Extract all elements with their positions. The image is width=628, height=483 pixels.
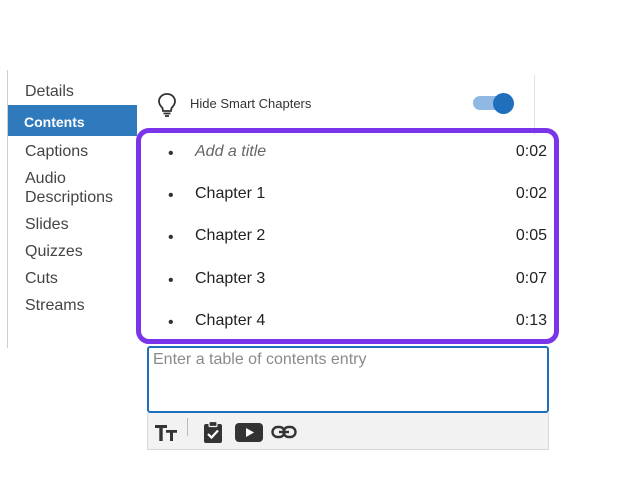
contents-panel: Details Contents Captions Audio Descript… (0, 0, 628, 483)
chapter-row[interactable]: • Chapter 3 0:07 (141, 270, 554, 296)
bullet-icon: • (168, 314, 174, 331)
clipboard-check-icon[interactable] (202, 419, 224, 445)
youtube-icon[interactable] (234, 419, 264, 445)
chapter-row[interactable]: • Chapter 2 0:05 (141, 227, 554, 253)
sidebar-item-audio-descriptions[interactable]: Audio Descriptions (8, 169, 125, 207)
sidebar-item-quizzes[interactable]: Quizzes (8, 242, 137, 261)
chapter-title[interactable]: Chapter 1 (195, 185, 265, 203)
bullet-icon: • (168, 272, 174, 289)
sidebar-item-contents[interactable]: Contents (8, 105, 137, 136)
right-divider (534, 75, 535, 135)
chapter-time: 0:07 (515, 270, 547, 287)
chapter-time: 0:02 (515, 143, 547, 160)
editor-toolbar (147, 413, 549, 450)
chapter-row[interactable]: • Chapter 1 0:02 (141, 185, 554, 211)
bullet-icon: • (168, 187, 174, 204)
link-icon[interactable] (271, 419, 297, 445)
chapter-time: 0:13 (515, 312, 547, 329)
bullet-icon: • (168, 229, 174, 246)
chapter-row[interactable]: • Chapter 4 0:13 (141, 312, 554, 338)
lightbulb-icon (157, 92, 177, 118)
sidebar-item-cuts[interactable]: Cuts (8, 269, 137, 288)
contents-entry-input[interactable] (147, 346, 549, 413)
chapter-time: 0:02 (515, 185, 547, 202)
text-size-icon[interactable] (154, 419, 178, 445)
chapter-title[interactable]: Add a title (195, 143, 266, 161)
sidebar-item-details[interactable]: Details (8, 82, 137, 101)
bullet-icon: • (168, 145, 174, 162)
chapter-title[interactable]: Chapter 3 (195, 270, 265, 288)
hide-smart-chapters-toggle[interactable] (473, 93, 515, 114)
sidebar-item-slides[interactable]: Slides (8, 215, 137, 234)
sidebar-nav: Details Contents Captions Audio Descript… (8, 78, 137, 315)
chapter-list: • Add a title 0:02 • Chapter 1 0:02 • Ch… (136, 128, 559, 344)
toolbar-separator (187, 418, 188, 436)
hide-smart-chapters-label: Hide Smart Chapters (190, 96, 312, 111)
chapter-time: 0:05 (515, 227, 547, 244)
toggle-knob (493, 93, 514, 114)
chapter-title[interactable]: Chapter 2 (195, 227, 265, 245)
chapter-title[interactable]: Chapter 4 (195, 312, 265, 330)
sidebar-item-streams[interactable]: Streams (8, 296, 137, 315)
sidebar-item-captions[interactable]: Captions (8, 142, 137, 161)
chapter-row[interactable]: • Add a title 0:02 (141, 143, 554, 169)
